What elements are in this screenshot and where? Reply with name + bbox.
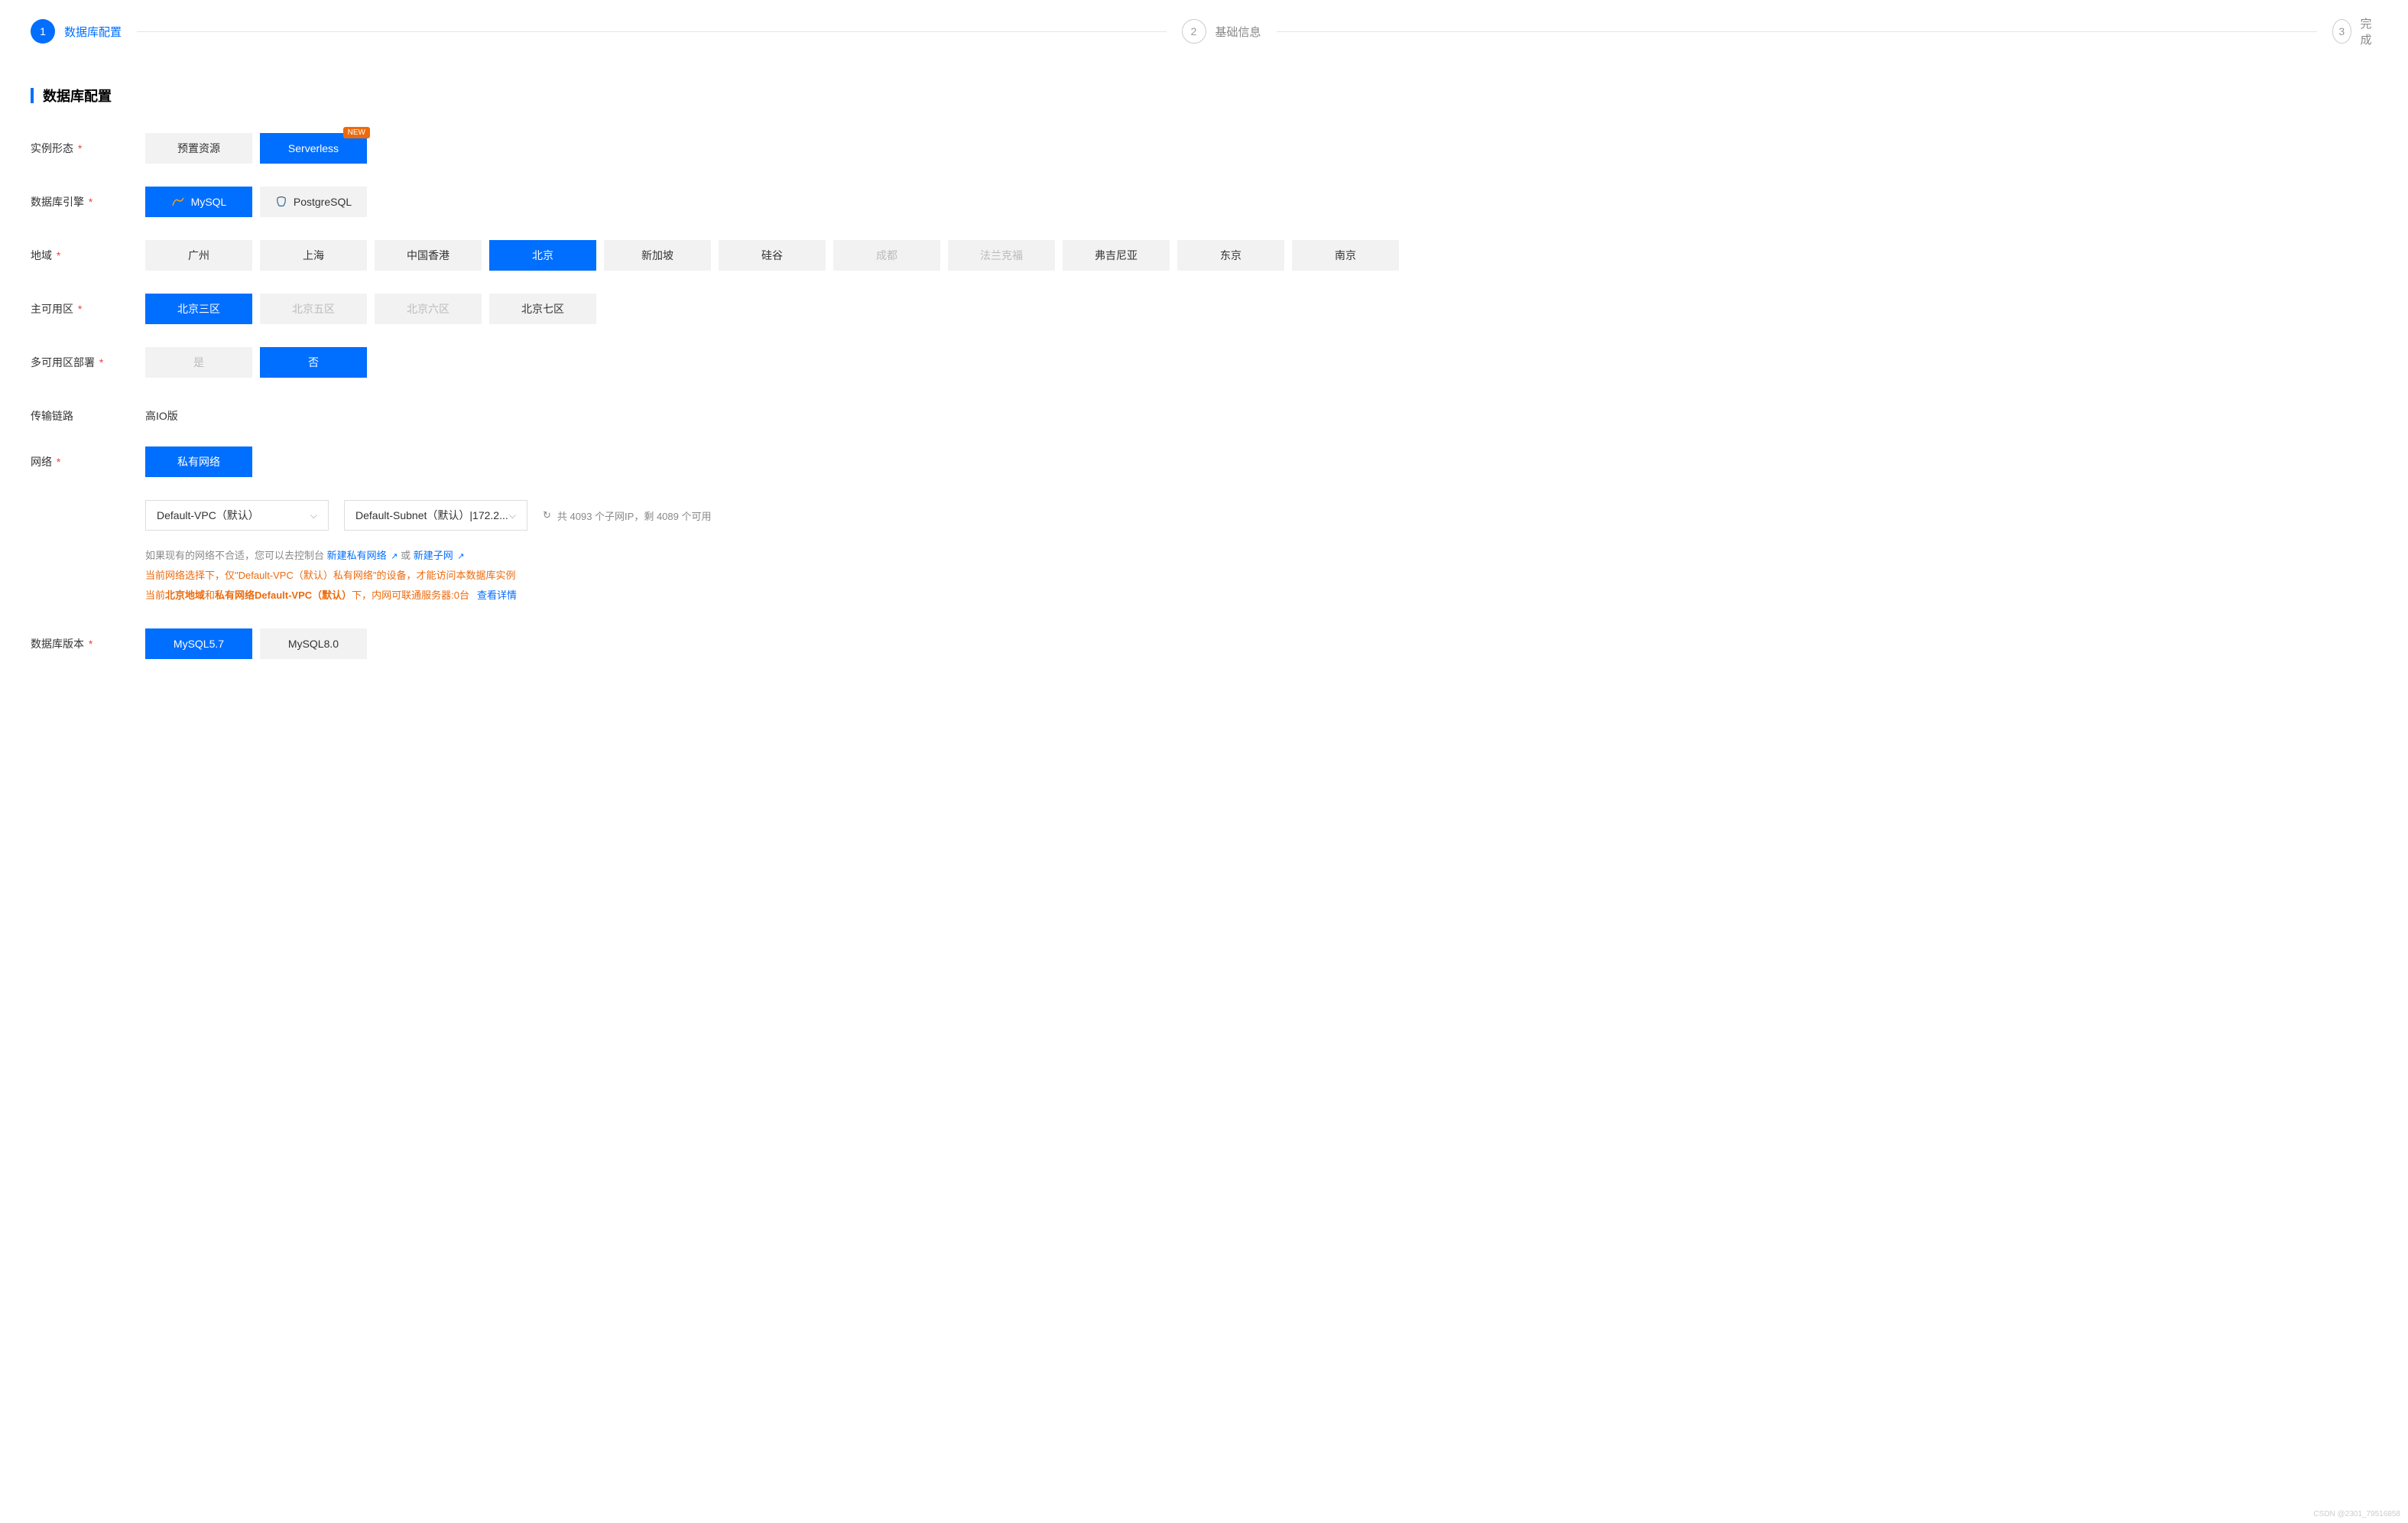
instance-type-serverless-button[interactable]: Serverless NEW (260, 133, 367, 164)
view-details-link[interactable]: 查看详情 (477, 589, 517, 601)
step-2: 2 基础信息 (1182, 19, 2333, 44)
region-guangzhou-button[interactable]: 广州 (145, 240, 252, 271)
create-subnet-link[interactable]: 新建子网 ↗ (414, 550, 465, 561)
region-tokyo-button[interactable]: 东京 (1177, 240, 1284, 271)
new-badge: NEW (343, 127, 370, 138)
watermark: CSDN @2301_79516858 (2313, 1510, 2400, 1518)
step-divider (1277, 31, 2317, 32)
region-siliconvalley-button[interactable]: 硅谷 (719, 240, 826, 271)
section-title-text: 数据库配置 (43, 86, 112, 106)
db-version-mysql57-button[interactable]: MySQL5.7 (145, 628, 252, 659)
region-virginia-button[interactable]: 弗吉尼亚 (1063, 240, 1170, 271)
label-multi-az: 多可用区部署 * (31, 347, 145, 378)
region-singapore-button[interactable]: 新加坡 (604, 240, 711, 271)
az-bj6-button: 北京六区 (375, 294, 482, 324)
region-nanjing-button[interactable]: 南京 (1292, 240, 1399, 271)
step-indicator: 1 数据库配置 2 基础信息 3 完成 (31, 15, 2377, 47)
region-beijing-button[interactable]: 北京 (489, 240, 596, 271)
region-shanghai-button[interactable]: 上海 (260, 240, 367, 271)
transport-value: 高IO版 (145, 401, 2377, 424)
external-link-icon: ↗ (457, 552, 464, 561)
mysql-icon (171, 196, 185, 207)
vpc-select[interactable]: Default-VPC（默认） ⌵ (145, 500, 329, 531)
step-3-num: 3 (2332, 19, 2351, 44)
network-warning-1: 当前网络选择下，仅"Default-VPC（默认）私有网络"的设备，才能访问本数… (145, 566, 2377, 586)
region-frankfurt-button: 法兰克福 (948, 240, 1055, 271)
network-private-button[interactable]: 私有网络 (145, 447, 252, 477)
chevron-down-icon: ⌵ (509, 510, 516, 521)
chevron-down-icon: ⌵ (310, 510, 317, 521)
section-title: 数据库配置 (31, 86, 2377, 106)
instance-type-preset-button[interactable]: 预置资源 (145, 133, 252, 164)
region-hongkong-button[interactable]: 中国香港 (375, 240, 482, 271)
subnet-select-value: Default-Subnet（默认）|172.2... (355, 508, 508, 523)
refresh-icon[interactable]: ↻ (543, 509, 551, 521)
label-instance-type: 实例形态 * (31, 133, 145, 164)
step-1: 1 数据库配置 (31, 19, 1182, 44)
db-engine-mysql-button[interactable]: MySQL (145, 187, 252, 217)
subnet-select[interactable]: Default-Subnet（默认）|172.2... ⌵ (344, 500, 527, 531)
label-az: 主可用区 * (31, 294, 145, 324)
step-2-label: 基础信息 (1215, 24, 1261, 40)
label-db-engine: 数据库引擎 * (31, 187, 145, 217)
step-1-label: 数据库配置 (64, 24, 122, 40)
create-vpc-link[interactable]: 新建私有网络 ↗ (327, 550, 398, 561)
db-engine-postgresql-button[interactable]: PostgreSQL (260, 187, 367, 217)
label-transport: 传输链路 (31, 401, 145, 424)
subnet-ip-info: ↻ 共 4093 个子网IP，剩 4089 个可用 (543, 508, 711, 523)
region-chengdu-button: 成都 (833, 240, 940, 271)
multi-az-no-button[interactable]: 否 (260, 347, 367, 378)
step-divider (137, 31, 1166, 32)
az-bj3-button[interactable]: 北京三区 (145, 294, 252, 324)
title-bar (31, 88, 34, 103)
step-1-num: 1 (31, 19, 55, 44)
postgresql-icon (275, 196, 287, 208)
network-warning-2: 当前北京地域和私有网络Default-VPC（默认）下，内网可联通服务器:0台查… (145, 586, 2377, 606)
label-region: 地域 * (31, 240, 145, 271)
multi-az-yes-button: 是 (145, 347, 252, 378)
vpc-select-value: Default-VPC（默认） (157, 508, 259, 523)
step-3: 3 完成 (2332, 15, 2377, 47)
step-3-label: 完成 (2361, 15, 2378, 47)
db-version-mysql80-button[interactable]: MySQL8.0 (260, 628, 367, 659)
az-bj5-button: 北京五区 (260, 294, 367, 324)
step-2-num: 2 (1182, 19, 1206, 44)
label-db-version: 数据库版本 * (31, 628, 145, 659)
network-hint: 如果现有的网络不合适，您可以去控制台 新建私有网络 ↗ 或 新建子网 ↗ (145, 546, 2377, 566)
az-bj7-button[interactable]: 北京七区 (489, 294, 596, 324)
label-network: 网络 * (31, 447, 145, 606)
